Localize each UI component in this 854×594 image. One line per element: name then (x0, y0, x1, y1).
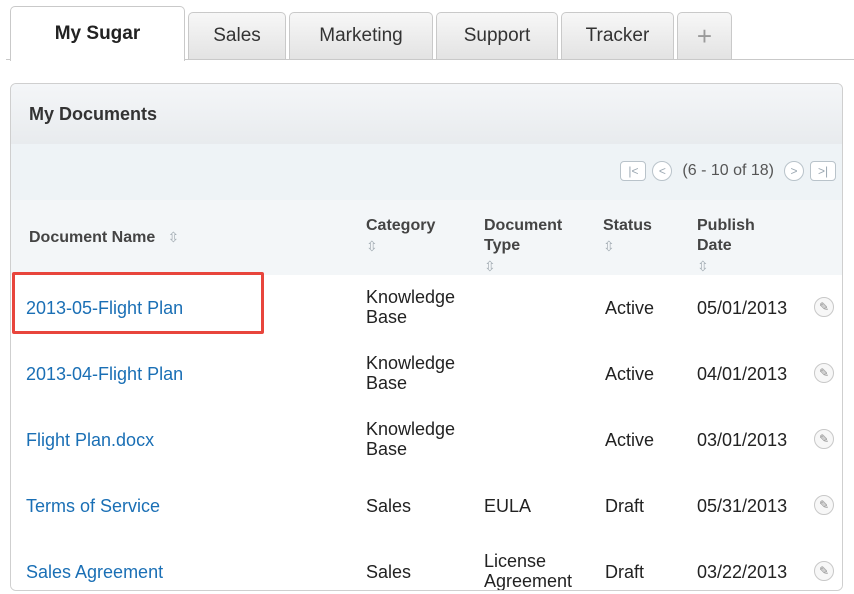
next-page-icon[interactable]: > (784, 161, 804, 181)
table-row: Sales Agreement Sales License Agreement … (11, 539, 842, 591)
tab-support[interactable]: Support (436, 12, 558, 59)
status-cell: Draft (605, 562, 645, 582)
column-label: Status (603, 217, 652, 234)
tab-label: Support (463, 25, 531, 46)
sort-icon[interactable]: ⇳ (366, 236, 476, 256)
table-row: Flight Plan.docx Knowledge Base Active 0… (11, 407, 842, 474)
edit-pencil-icon[interactable]: ✎ (814, 561, 834, 581)
col-status[interactable]: Status ⇳ (603, 216, 673, 256)
pagination-range: (6 - 10 of 18) (682, 162, 774, 179)
sort-icon[interactable]: ⇳ (484, 258, 496, 274)
publish-date-cell: 05/31/2013 (697, 496, 788, 516)
status-cell: Draft (605, 496, 645, 516)
category-cell: Knowledge Base (366, 287, 456, 327)
last-page-icon[interactable]: >| (810, 161, 836, 181)
previous-page-icon[interactable]: < (652, 161, 673, 181)
add-tab-button[interactable]: + (677, 12, 732, 59)
table-header: Document Name ⇳ Category ⇳ Document Type… (11, 200, 842, 276)
category-cell: Knowledge Base (366, 419, 456, 459)
col-document-type[interactable]: Document Type ⇳ (484, 216, 594, 277)
table-row: 2013-04-Flight Plan Knowledge Base Activ… (11, 341, 842, 408)
sort-icon[interactable]: ⇳ (603, 236, 673, 256)
publish-date-cell: 03/22/2013 (697, 562, 788, 582)
first-page-icon[interactable]: |< (620, 161, 647, 181)
sort-icon[interactable]: ⇳ (160, 229, 179, 245)
document-name-link[interactable]: Flight Plan.docx (26, 430, 154, 450)
edit-pencil-icon[interactable]: ✎ (814, 297, 834, 317)
column-label: Document Name (29, 229, 156, 246)
column-label: Publish Date (697, 217, 755, 254)
publish-date-cell: 05/01/2013 (697, 298, 788, 318)
tab-label: Marketing (319, 25, 403, 46)
tab-my-sugar[interactable]: My Sugar (10, 6, 185, 61)
my-documents-dashlet: My Documents |< < (6 - 10 of 18) > >| Do… (10, 83, 843, 591)
column-label: Document Type (484, 217, 563, 254)
dashlet-header: My Documents (11, 84, 842, 145)
tab-tracker[interactable]: Tracker (561, 12, 674, 59)
publish-date-cell: 03/01/2013 (697, 430, 788, 450)
document-name-link[interactable]: Terms of Service (26, 496, 160, 516)
tab-sales[interactable]: Sales (188, 12, 286, 59)
col-publish-date[interactable]: Publish Date ⇳ (697, 216, 787, 277)
document-type-cell: License Agreement (484, 551, 573, 591)
tab-label: My Sugar (54, 23, 141, 44)
tab-marketing[interactable]: Marketing (289, 12, 433, 59)
edit-pencil-icon[interactable]: ✎ (814, 429, 834, 449)
highlight-box (12, 272, 264, 334)
col-category[interactable]: Category ⇳ (366, 216, 476, 256)
table-row: Terms of Service Sales EULA Draft 05/31/… (11, 473, 842, 540)
document-name-link[interactable]: Sales Agreement (26, 562, 163, 582)
pagination-controls: |< < (6 - 10 of 18) > >| (620, 155, 836, 187)
document-name-link[interactable]: 2013-04-Flight Plan (26, 364, 183, 384)
status-cell: Active (605, 430, 655, 450)
plus-icon: + (696, 20, 713, 51)
pagination-bar: |< < (6 - 10 of 18) > >| (11, 144, 842, 201)
category-cell: Knowledge Base (366, 353, 456, 393)
status-cell: Active (605, 298, 655, 318)
tab-label: Tracker (585, 25, 650, 46)
sort-icon[interactable]: ⇳ (697, 258, 709, 274)
category-cell: Sales (366, 496, 412, 516)
col-document-name[interactable]: Document Name ⇳ (29, 227, 179, 248)
dashlet-title: My Documents (29, 103, 158, 124)
publish-date-cell: 04/01/2013 (697, 364, 788, 384)
column-label: Category (366, 217, 436, 234)
module-tabs: My Sugar Sales Marketing Support Tracker… (6, 6, 854, 61)
category-cell: Sales (366, 562, 412, 582)
status-cell: Active (605, 364, 655, 384)
edit-pencil-icon[interactable]: ✎ (814, 363, 834, 383)
tab-label: Sales (213, 25, 261, 46)
document-type-cell: EULA (484, 496, 532, 516)
edit-pencil-icon[interactable]: ✎ (814, 495, 834, 515)
